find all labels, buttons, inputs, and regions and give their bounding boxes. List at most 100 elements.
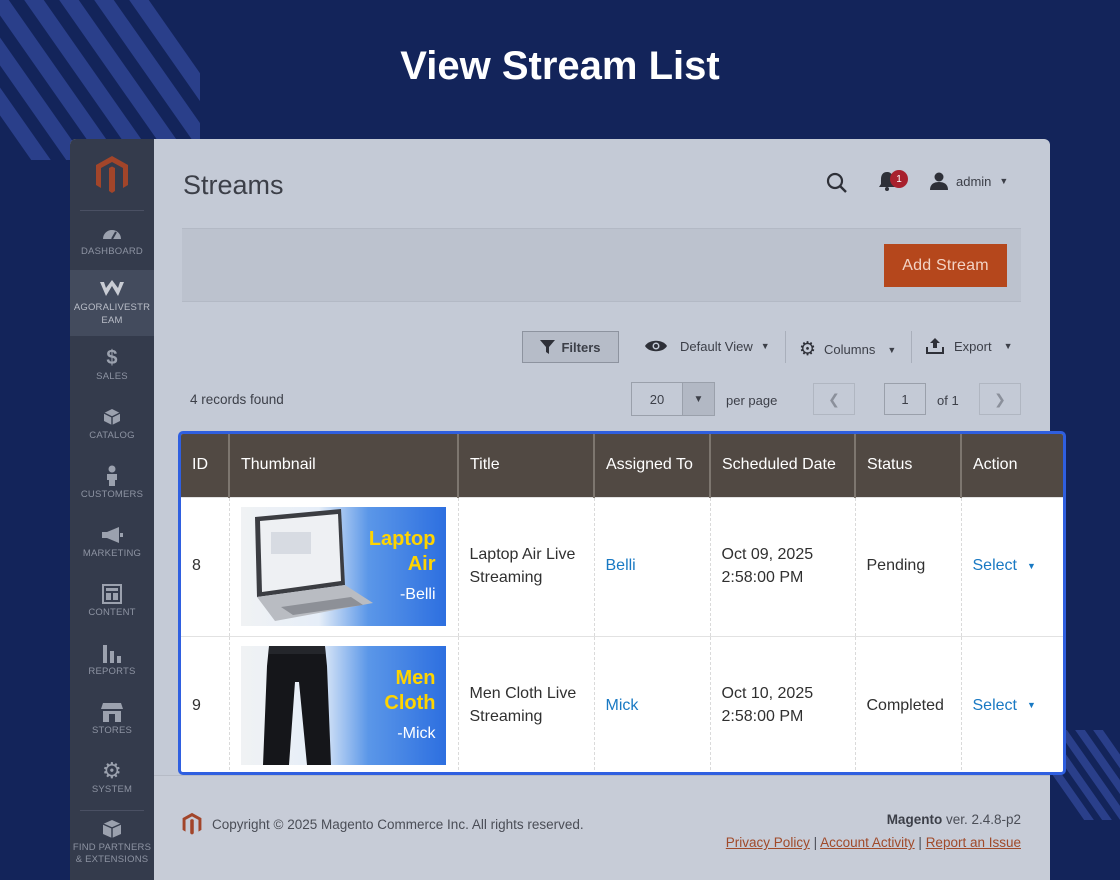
agora-w-icon: [99, 279, 125, 299]
chevron-right-icon: ❯: [994, 390, 1006, 407]
sidebar-item-dashboard[interactable]: DASHBOARD: [70, 211, 154, 270]
chevron-down-icon: ▼: [887, 344, 897, 355]
action-select-dropdown[interactable]: Select ▼: [973, 695, 1053, 717]
cell-thumbnail: Men Cloth -Mick: [229, 636, 459, 772]
column-header-scheduled-date[interactable]: Scheduled Date: [710, 434, 856, 497]
caret-down-icon: ▼: [1026, 561, 1036, 572]
cell-id: 8: [181, 497, 230, 636]
cell-title: Laptop Air Live Streaming: [458, 497, 595, 636]
sidebar-item-agoralivestream[interactable]: AGORALIVESTR EAM: [70, 270, 154, 336]
report-issue-link[interactable]: Report an Issue: [926, 835, 1021, 850]
default-view-dropdown[interactable]: Default View ▼: [644, 338, 770, 354]
copyright: Copyright © 2025 Magento Commerce Inc. A…: [182, 812, 584, 836]
thumbnail-title: Laptop Air: [368, 528, 436, 575]
admin-user-menu[interactable]: admin ▼: [930, 172, 1008, 190]
cell-thumbnail: Laptop Air -Belli: [229, 497, 459, 636]
export-icon: [926, 338, 944, 354]
page-actions-bar: Add Stream: [182, 228, 1021, 302]
person-icon: [105, 465, 119, 486]
stream-thumbnail: Laptop Air -Belli: [240, 507, 446, 626]
previous-page-button[interactable]: ❮: [813, 383, 855, 415]
sidebar-item-customers[interactable]: CUSTOMERS: [70, 454, 154, 513]
toolbar-divider: [911, 331, 912, 363]
bar-chart-icon: [102, 643, 122, 663]
cell-title: Men Cloth Live Streaming: [458, 636, 595, 772]
cell-scheduled-date: Oct 09, 2025 2:58:00 PM: [710, 497, 856, 636]
chevron-down-icon: ▼: [1003, 341, 1013, 351]
per-page-value: 20: [632, 383, 683, 415]
page-number-input[interactable]: 1: [884, 383, 926, 415]
table-row: 8 Laptop Air -Belli Laptop Air Live Stre…: [181, 497, 1063, 636]
grid-header-row: ID Thumbnail Title Assigned To Scheduled…: [181, 434, 1063, 497]
jeans-image: [262, 646, 331, 766]
column-header-id[interactable]: ID: [181, 434, 230, 497]
column-header-action[interactable]: Action: [961, 434, 1063, 497]
gear-icon: ⚙: [799, 339, 817, 360]
footer-links: Privacy Policy | Account Activity | Repo…: [725, 835, 1021, 850]
column-header-status[interactable]: Status: [855, 434, 962, 497]
user-icon: [930, 172, 948, 190]
cell-scheduled-date: Oct 10, 2025 2:58:00 PM: [710, 636, 856, 772]
thumbnail-title: Men Cloth: [384, 667, 436, 715]
account-activity-link[interactable]: Account Activity: [820, 835, 915, 850]
admin-footer: Copyright © 2025 Magento Commerce Inc. A…: [154, 775, 1050, 880]
sidebar-item-catalog[interactable]: CATALOG: [70, 395, 154, 454]
toolbar-divider: [785, 331, 786, 363]
cell-assigned-to[interactable]: Belli: [594, 497, 711, 636]
dashboard-icon: [102, 223, 122, 243]
megaphone-icon: [101, 525, 123, 545]
sidebar-divider: [80, 810, 144, 811]
store-icon: [101, 702, 123, 722]
cell-action: Select ▼: [961, 636, 1063, 772]
gear-icon: ⚙: [102, 757, 122, 783]
add-stream-button[interactable]: Add Stream: [884, 244, 1007, 287]
cell-status: Completed: [855, 636, 962, 772]
search-icon: [826, 172, 847, 193]
sidebar-item-reports[interactable]: REPORTS: [70, 631, 154, 690]
sidebar-item-content[interactable]: CONTENT: [70, 572, 154, 631]
cell-id: 9: [181, 636, 230, 772]
dollar-icon: $: [106, 346, 118, 369]
notification-badge: 1: [890, 170, 908, 188]
sidebar-item-system[interactable]: ⚙ SYSTEM: [70, 749, 154, 808]
table-row: 9 Men Cloth -Mick Men Cloth Live Streaming…: [181, 636, 1063, 772]
next-page-button[interactable]: ❯: [979, 383, 1021, 415]
chevron-down-icon: ▼: [999, 176, 1009, 186]
global-search-button[interactable]: [826, 172, 848, 199]
filters-button[interactable]: Filters: [522, 331, 619, 363]
magento-logo[interactable]: [80, 139, 144, 211]
cube-icon: [103, 407, 121, 427]
admin-username: admin: [956, 173, 992, 189]
privacy-policy-link[interactable]: Privacy Policy: [726, 835, 810, 850]
caret-down-icon: ▼: [1026, 700, 1036, 711]
sidebar-item-marketing[interactable]: MARKETING: [70, 513, 154, 572]
column-header-title[interactable]: Title: [458, 434, 595, 497]
box-icon: [102, 819, 122, 839]
chevron-down-icon[interactable]: ▼: [683, 383, 714, 415]
cell-status: Pending: [855, 497, 962, 636]
stream-thumbnail: Men Cloth -Mick: [240, 646, 446, 766]
sidebar-item-sales[interactable]: $ SALES: [70, 336, 154, 395]
page-title: Streams: [183, 170, 284, 200]
eye-icon: [645, 340, 667, 352]
records-count: 4 records found: [190, 392, 284, 407]
action-select-dropdown[interactable]: Select ▼: [973, 555, 1053, 577]
column-header-thumbnail[interactable]: Thumbnail: [229, 434, 459, 497]
sidebar: DASHBOARD AGORALIVESTR EAM $ SALES CATAL…: [70, 139, 154, 880]
export-dropdown[interactable]: Export ▼: [926, 338, 1013, 354]
chevron-left-icon: ❮: [828, 390, 840, 407]
cell-assigned-to[interactable]: Mick: [594, 636, 711, 772]
layout-icon: [102, 583, 122, 604]
hero-title: View Stream List: [400, 44, 720, 88]
thumbnail-subtitle: -Belli: [399, 585, 436, 603]
column-header-assigned-to[interactable]: Assigned To: [594, 434, 711, 497]
per-page-label: per page: [726, 393, 778, 408]
chevron-down-icon: ▼: [760, 341, 770, 351]
columns-dropdown[interactable]: ⚙ Columns ▼: [799, 338, 896, 361]
sidebar-item-find-partners[interactable]: FIND PARTNERS & EXTENSIONS: [70, 813, 154, 872]
page-total: of 1: [937, 393, 959, 408]
per-page-select[interactable]: 20 ▼: [631, 382, 715, 416]
streams-grid: ID Thumbnail Title Assigned To Scheduled…: [178, 431, 1066, 775]
sidebar-item-stores[interactable]: STORES: [70, 690, 154, 749]
version-info: Magento ver. 2.4.8-p2: [886, 812, 1021, 827]
